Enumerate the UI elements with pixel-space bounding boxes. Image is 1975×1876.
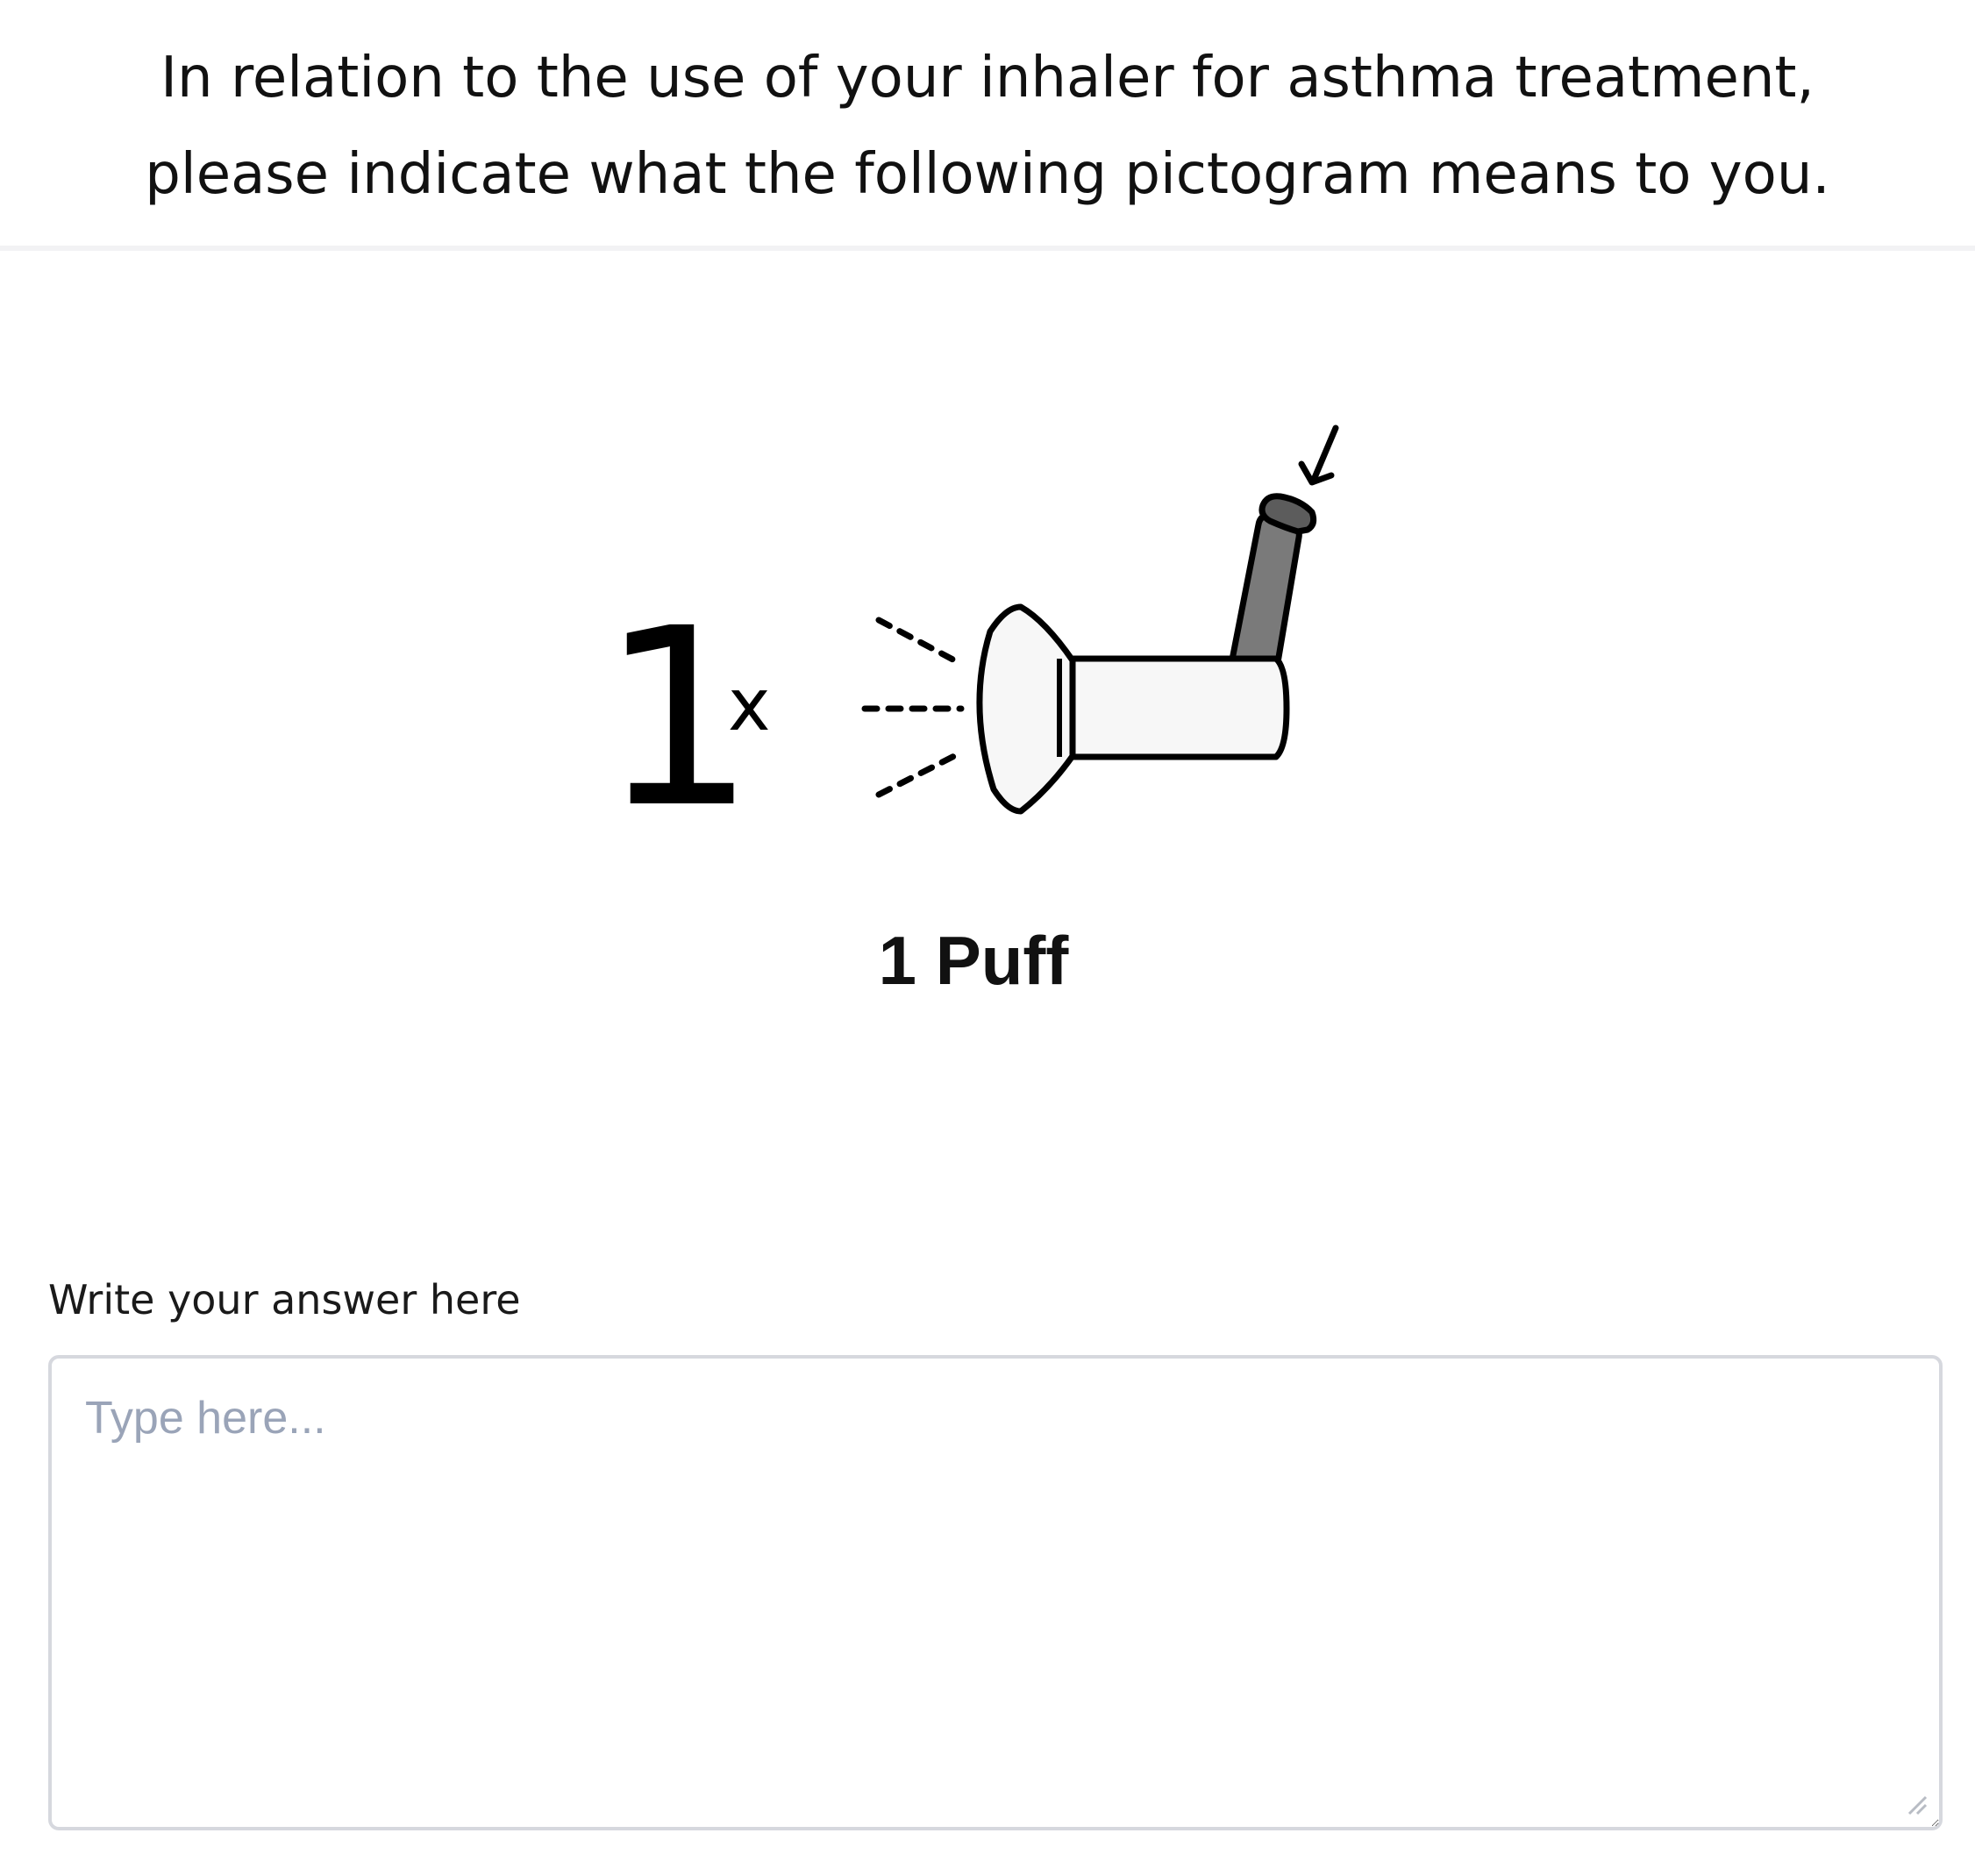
question-header: In relation to the use of your inhaler f… (0, 0, 1975, 251)
pictogram-graphic: 1 x (600, 424, 1339, 833)
dose-multiplier: x (728, 664, 771, 747)
answer-label: Write your answer here (48, 1276, 521, 1323)
inhaler-icon (976, 493, 1317, 815)
press-arrow-icon (1298, 424, 1339, 486)
question-title: In relation to the use of your inhaler f… (26, 30, 1949, 223)
question-title-line-1: In relation to the use of your inhaler f… (160, 46, 1815, 111)
spray-lines-icon (861, 617, 965, 798)
question-title-line-2: please indicate what the following picto… (145, 142, 1830, 207)
inhaler-pictogram: 1 x (561, 412, 1447, 833)
answer-textarea[interactable] (48, 1355, 1943, 1830)
pictogram-caption: 1 Puff (878, 922, 1069, 999)
resize-handle-icon[interactable] (1906, 1794, 1929, 1816)
